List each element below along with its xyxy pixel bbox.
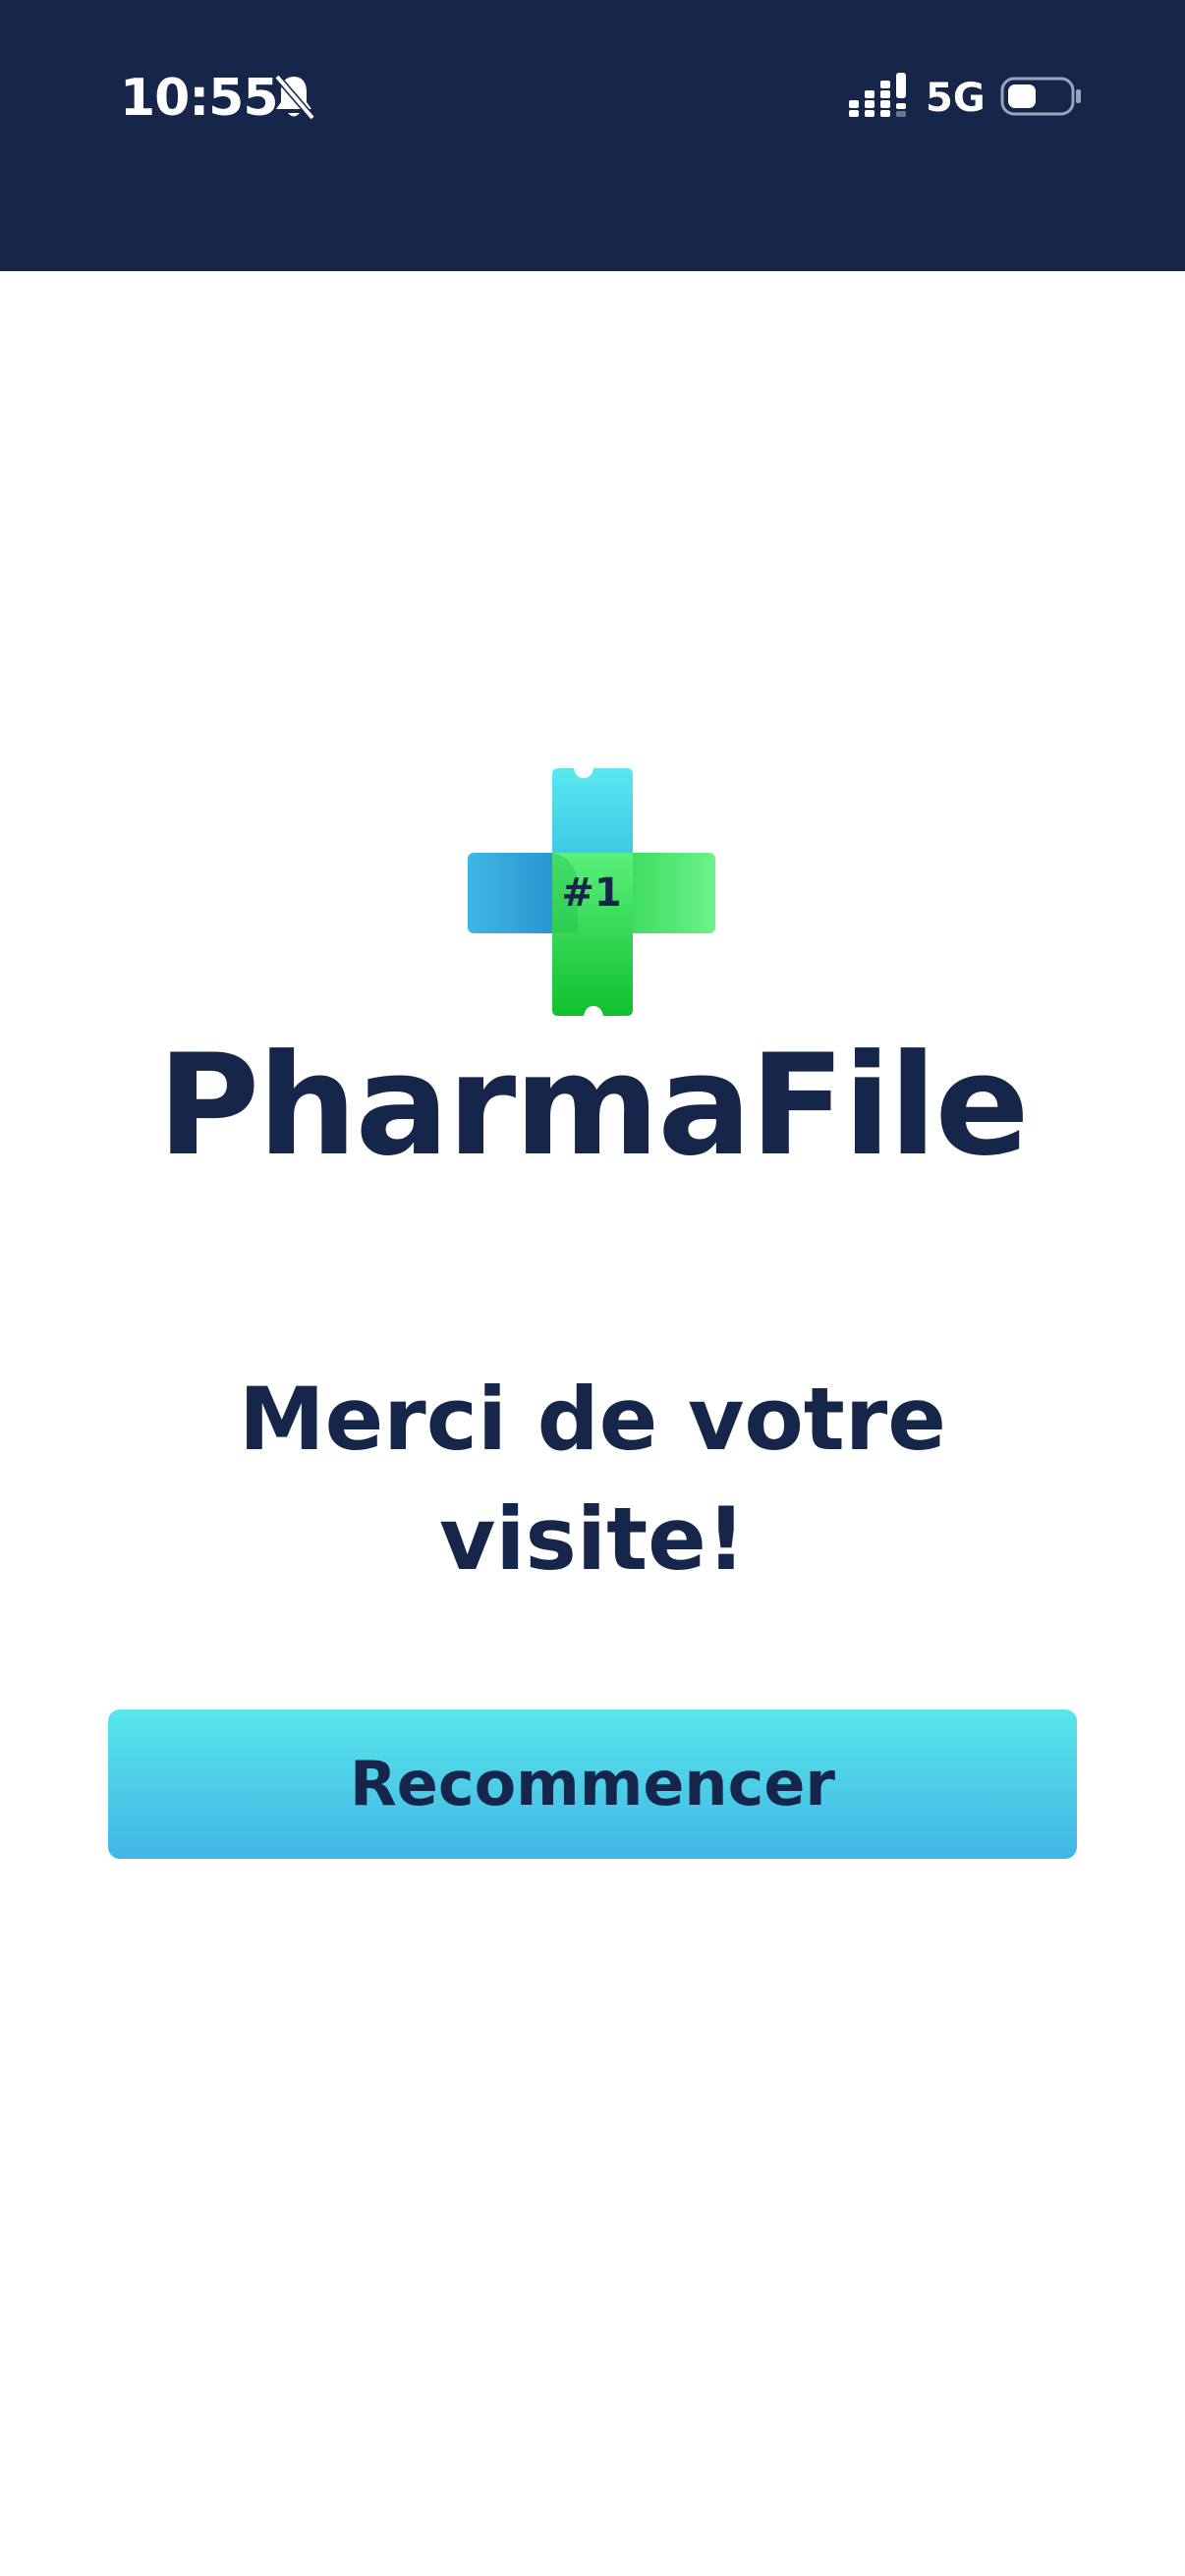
network-type: 5G bbox=[926, 76, 986, 121]
restart-button[interactable]: Recommencer bbox=[108, 1709, 1077, 1859]
logo-badge-text: #1 bbox=[561, 870, 621, 916]
silent-mode-icon bbox=[274, 74, 315, 121]
brand-name: PharmaFile bbox=[157, 1025, 1029, 1187]
thank-you-message: Merci de votre visite! bbox=[239, 1369, 946, 1590]
pharmafile-logo-icon: #1 bbox=[468, 768, 715, 1016]
screen: 10:55 5G #1 PharmaFile Merci de votre vi… bbox=[0, 0, 1185, 2576]
signal-icon bbox=[849, 73, 906, 117]
status-time: 10:55 bbox=[120, 69, 279, 128]
battery-icon bbox=[1000, 77, 1081, 116]
status-bar: 10:55 5G bbox=[0, 0, 1185, 271]
